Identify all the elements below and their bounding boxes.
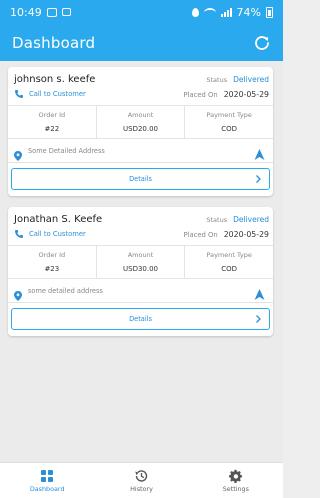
placed-date: 2020-05-29 xyxy=(223,229,269,239)
status-label: Status xyxy=(206,76,228,84)
payment-type-value: COD xyxy=(221,265,238,273)
chevron-right-icon xyxy=(253,314,263,324)
navigate-icon[interactable] xyxy=(254,145,265,160)
settings-icon xyxy=(228,468,243,483)
signal-icon xyxy=(220,7,232,17)
address-text: Some Detailed Address xyxy=(28,146,105,155)
call-customer-label: Call to Customer xyxy=(29,90,86,98)
status-badge: Delivered xyxy=(233,215,269,224)
address-row: Some Detailed Address xyxy=(8,139,273,163)
nav-history[interactable]: History xyxy=(94,463,188,498)
dashboard-icon xyxy=(40,468,54,482)
customer-name: johnson s. keefe xyxy=(14,74,96,85)
order-id-header: Order Id xyxy=(38,111,66,119)
page-title: Dashboard xyxy=(12,33,96,52)
nav-history-label: History xyxy=(130,485,153,493)
order-card: johnson s. keefe Status Delivered Call t… xyxy=(8,67,273,196)
payment-type-value: COD xyxy=(221,125,238,133)
history-icon xyxy=(134,468,148,482)
app-screen: 10:49 74% Dashboard johnson s. keefe Sta… xyxy=(0,0,283,498)
amount-value: USD20.00 xyxy=(123,125,158,133)
amount-header: Amount xyxy=(127,251,154,259)
bottom-navigation: Dashboard History Settings xyxy=(0,462,283,498)
order-card: Jonathan S. Keefe Status Delivered Call … xyxy=(8,207,273,336)
phone-icon xyxy=(14,229,24,239)
location-icon xyxy=(191,7,199,17)
nav-settings[interactable]: Settings xyxy=(189,463,283,498)
battery-percentage: 74% xyxy=(236,5,261,19)
amount-cell: Amount USD30.00 xyxy=(97,246,186,278)
call-customer-link[interactable]: Call to Customer xyxy=(14,229,86,239)
placed-date: 2020-05-29 xyxy=(223,89,269,99)
address-row: some detailed address xyxy=(8,279,273,303)
map-pin-icon xyxy=(14,286,22,301)
details-label: Details xyxy=(129,175,152,183)
status-time: 10:49 xyxy=(10,5,42,19)
details-button[interactable]: Details xyxy=(11,168,270,190)
details-label: Details xyxy=(129,315,152,323)
placed-on: Placed On 2020-05-29 xyxy=(183,230,269,239)
amount-cell: Amount USD20.00 xyxy=(97,106,186,138)
gallery-icon xyxy=(61,8,71,16)
payment-type-cell: Payment Type COD xyxy=(185,246,273,278)
status-line: Status Delivered xyxy=(206,75,269,85)
navigate-icon[interactable] xyxy=(254,285,265,300)
call-customer-label: Call to Customer xyxy=(29,230,86,238)
phone-icon xyxy=(14,89,24,99)
order-id-header: Order Id xyxy=(38,251,66,259)
battery-icon xyxy=(266,6,273,18)
status-line: Status Delivered xyxy=(206,215,269,225)
status-badge: Delivered xyxy=(233,75,269,84)
nav-dashboard[interactable]: Dashboard xyxy=(0,463,94,498)
amount-value: USD30.00 xyxy=(123,265,158,273)
order-info-grid: Order Id #22 Amount USD20.00 Payment Typ… xyxy=(8,105,273,139)
refresh-icon[interactable] xyxy=(254,35,270,51)
amount-header: Amount xyxy=(127,111,154,119)
order-id-cell: Order Id #22 xyxy=(8,106,97,138)
nav-dashboard-label: Dashboard xyxy=(29,485,65,493)
placed-on: Placed On 2020-05-29 xyxy=(183,90,269,99)
customer-name: Jonathan S. Keefe xyxy=(14,214,103,225)
order-id-value: #23 xyxy=(44,265,60,273)
payment-type-header: Payment Type xyxy=(206,111,252,119)
payment-type-header: Payment Type xyxy=(206,251,252,259)
order-info-grid: Order Id #23 Amount USD30.00 Payment Typ… xyxy=(8,245,273,279)
call-customer-link[interactable]: Call to Customer xyxy=(14,89,86,99)
placed-label: Placed On xyxy=(183,90,218,99)
address-text: some detailed address xyxy=(28,286,103,295)
order-id-value: #22 xyxy=(44,125,60,133)
status-label: Status xyxy=(206,216,228,224)
chevron-right-icon xyxy=(253,174,263,184)
placed-label: Placed On xyxy=(183,230,218,239)
map-pin-icon xyxy=(14,146,22,161)
wifi-icon xyxy=(203,7,216,17)
status-bar: 10:49 74% xyxy=(0,0,283,24)
app-bar: Dashboard xyxy=(0,24,283,61)
payment-type-cell: Payment Type COD xyxy=(185,106,273,138)
order-id-cell: Order Id #23 xyxy=(8,246,97,278)
details-button[interactable]: Details xyxy=(11,308,270,330)
message-icon xyxy=(46,7,57,17)
nav-settings-label: Settings xyxy=(222,485,249,493)
orders-list: johnson s. keefe Status Delivered Call t… xyxy=(0,61,283,336)
